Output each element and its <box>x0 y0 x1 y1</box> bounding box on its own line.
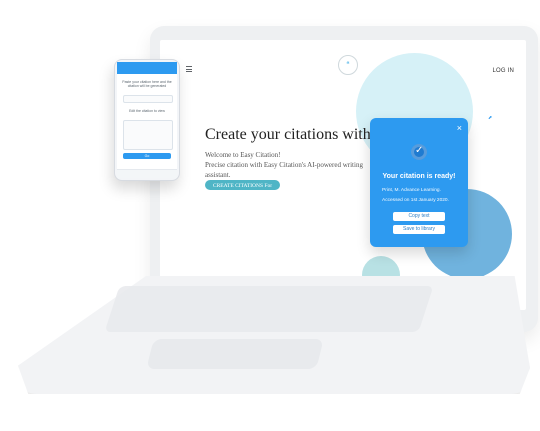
phone-device: Paste your citation here and the citatio… <box>114 59 180 181</box>
citation-text: Print, M. Advance Learning. <box>382 188 441 193</box>
speech-bubble-icon[interactable]: “ <box>338 55 358 75</box>
description-text: Precise citation with Easy Citation's AI… <box>205 161 363 179</box>
welcome-text: Welcome to Easy Citation! <box>205 151 281 159</box>
citation-accessed: Accessed on 1st January 2020. <box>382 198 449 203</box>
phone-citation-box[interactable] <box>123 120 173 150</box>
check-icon <box>411 144 427 160</box>
phone-input[interactable] <box>123 95 173 103</box>
keyboard <box>104 286 434 332</box>
phone-button-label: Go <box>144 154 150 158</box>
phone-message-2: Edit the citation to view <box>129 109 165 113</box>
hero-description: Welcome to Easy Citation! Precise citati… <box>205 150 370 180</box>
close-icon[interactable]: × <box>457 123 462 133</box>
dialog-title: Your citation is ready! <box>382 173 456 180</box>
copy-text-button[interactable]: Copy text <box>393 212 445 221</box>
phone-header <box>117 62 177 74</box>
phone-message-1: Paste your citation here and the citatio… <box>122 80 172 88</box>
citation-ready-dialog: × Your citation is ready! Print, M. Adva… <box>370 118 468 247</box>
arrow-icon: ⬈ <box>488 115 493 121</box>
phone-footer <box>117 169 177 178</box>
create-citations-button[interactable]: CREATE CITATIONS For Free! <box>205 180 280 199</box>
login-link[interactable]: LOG IN <box>492 68 514 74</box>
save-to-library-button[interactable]: Save to library <box>393 225 445 234</box>
phone-screen: Paste your citation here and the citatio… <box>117 62 177 178</box>
hamburger-icon[interactable] <box>186 66 192 72</box>
trackpad <box>146 339 324 369</box>
